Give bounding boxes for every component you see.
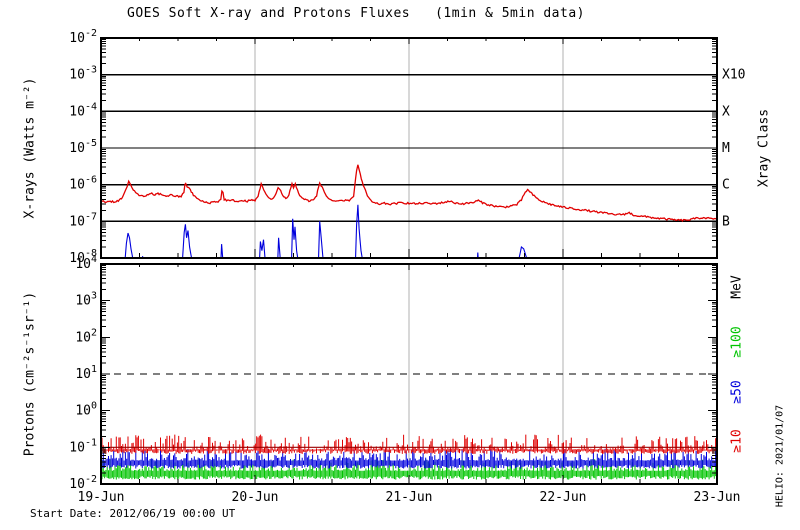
goes-flux-chart: GOES Soft X-ray and Protons Fluxes (1min… [0,0,800,530]
protons-y-tick-label: 100 [75,401,97,419]
xray-y-tick-label: 10-6 [69,175,97,193]
protons-y-tick-label: 101 [75,364,97,382]
protons-y-tick-label: 10-1 [69,437,97,455]
xray-class-label: B [722,214,730,229]
xray-class-label: X [722,104,730,119]
xray-y-tick-label: 10-3 [69,65,97,83]
energy-label-ge50: ≥50 [729,380,745,404]
x-date-label: 23-Jun [694,490,741,505]
plot-canvas: 10-210-310-410-510-610-710-8104103102101… [69,28,745,505]
xray-y-axis-label: X-rays (Watts m⁻²) [22,77,38,219]
xray-class-label: X10 [722,68,745,83]
xray-class-axis-label: Xray Class [756,108,772,188]
protons-y-axis-label: Protons (cm⁻²s⁻¹sr⁻¹) [22,291,38,457]
energy-label-ge10: ≥10 [729,429,745,453]
x-date-label: 19-Jun [78,490,125,505]
x-date-label: 22-Jun [540,490,587,505]
mev-axis-label: MeV [729,275,745,299]
protons-y-tick-label: 104 [75,254,97,272]
xray-class-label: C [722,178,730,193]
xray-y-tick-label: 10-2 [69,28,97,46]
x-date-label: 20-Jun [232,490,279,505]
protons-y-tick-label: 102 [75,327,97,345]
x-date-label: 21-Jun [386,490,433,505]
xray-y-tick-label: 10-4 [69,101,97,119]
xray-class-label: M [722,141,730,156]
start-date-label: Start Date: 2012/06/19 00:00 UT [30,507,236,520]
energy-label-ge100: ≥100 [729,326,745,358]
helio-watermark: HELIO: 2021/01/07 [774,404,786,508]
xray-y-tick-label: 10-7 [69,211,97,229]
protons-y-tick-label: 103 [75,291,97,309]
xray-y-tick-label: 10-5 [69,138,97,156]
